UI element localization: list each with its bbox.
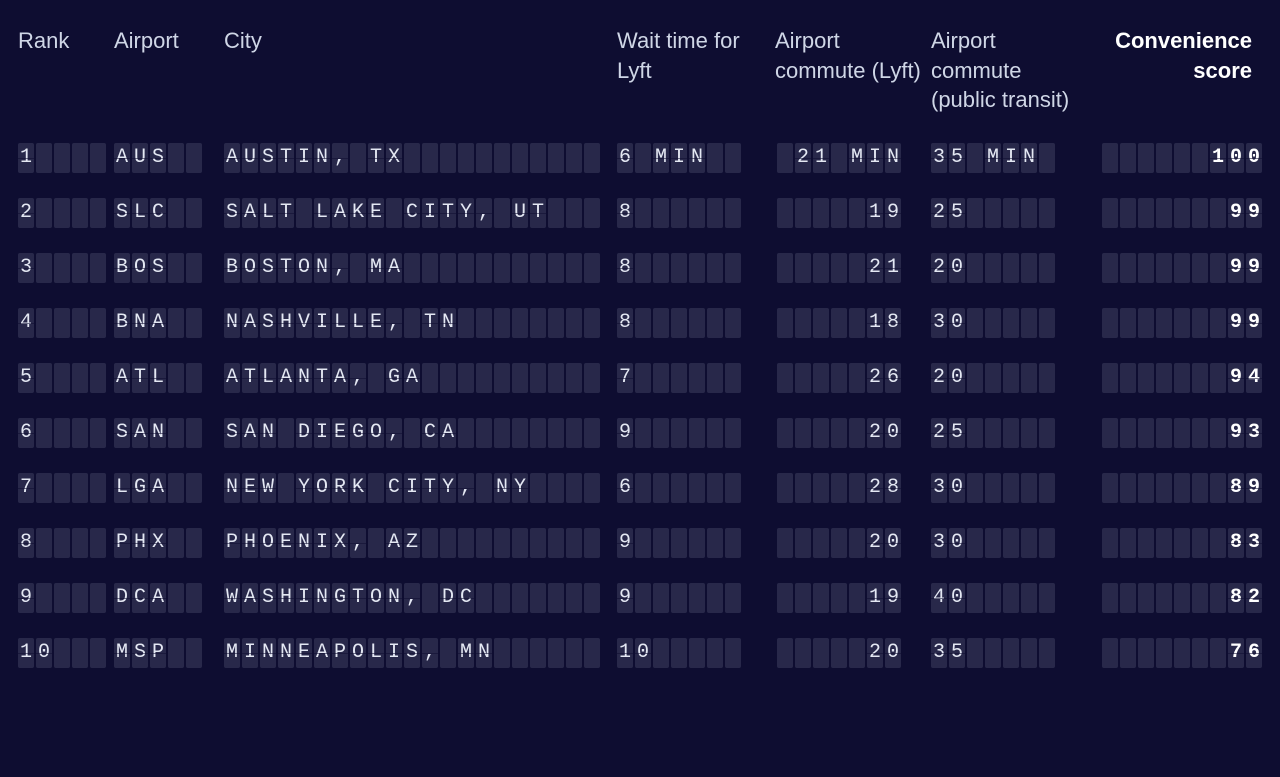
cell-public-transit: 30 (931, 308, 1101, 338)
cell-lyft: 21 (775, 253, 931, 283)
header-public-transit: Airport commute (public transit) (931, 26, 1101, 115)
departure-board: Rank Airport City Wait time for Lyft Air… (0, 0, 1280, 777)
cell-lyft: 18 (775, 308, 931, 338)
cell-city: BOSTON,MA (224, 253, 617, 283)
cell-airport: BOS (114, 253, 224, 283)
cell-city: PHOENIX,AZ (224, 528, 617, 558)
cell-wait: 9 (617, 583, 775, 613)
table-row: 1AUSAUSTIN,TX6MIN21MIN35MIN100 (18, 143, 1262, 173)
cell-rank: 3 (18, 253, 114, 283)
cell-score: 89 (1101, 473, 1262, 503)
header-score: Convenience score (1101, 26, 1262, 85)
table-row: 7LGANEWYORKCITY,NY6283089 (18, 473, 1262, 503)
header-wait: Wait time for Lyft (617, 26, 775, 85)
cell-rank: 2 (18, 198, 114, 228)
cell-public-transit: 35MIN (931, 143, 1101, 173)
table-row: 5ATLATLANTA,GA7262094 (18, 363, 1262, 393)
cell-airport: SLC (114, 198, 224, 228)
cell-rank: 9 (18, 583, 114, 613)
cell-public-transit: 35 (931, 638, 1101, 668)
cell-score: 83 (1101, 528, 1262, 558)
table-row: 3BOSBOSTON,MA8212099 (18, 253, 1262, 283)
cell-wait: 6 (617, 473, 775, 503)
cell-rank: 4 (18, 308, 114, 338)
cell-score: 94 (1101, 363, 1262, 393)
cell-lyft: 20 (775, 418, 931, 448)
cell-score: 99 (1101, 198, 1262, 228)
cell-lyft: 19 (775, 583, 931, 613)
cell-airport: LGA (114, 473, 224, 503)
cell-wait: 8 (617, 253, 775, 283)
cell-public-transit: 25 (931, 198, 1101, 228)
cell-wait: 10 (617, 638, 775, 668)
cell-rank: 10 (18, 638, 114, 668)
cell-public-transit: 40 (931, 583, 1101, 613)
cell-city: MINNEAPOLIS,MN (224, 638, 617, 668)
cell-city: SANDIEGO,CA (224, 418, 617, 448)
cell-lyft: 19 (775, 198, 931, 228)
table-header-row: Rank Airport City Wait time for Lyft Air… (18, 18, 1262, 143)
cell-airport: ATL (114, 363, 224, 393)
cell-city: NEWYORKCITY,NY (224, 473, 617, 503)
table-row: 10MSPMINNEAPOLIS,MN10203576 (18, 638, 1262, 668)
cell-airport: PHX (114, 528, 224, 558)
cell-score: 99 (1101, 308, 1262, 338)
cell-lyft: 26 (775, 363, 931, 393)
cell-rank: 7 (18, 473, 114, 503)
cell-rank: 5 (18, 363, 114, 393)
cell-airport: AUS (114, 143, 224, 173)
cell-airport: SAN (114, 418, 224, 448)
cell-wait: 6MIN (617, 143, 775, 173)
header-lyft: Airport commute (Lyft) (775, 26, 931, 85)
cell-public-transit: 30 (931, 528, 1101, 558)
cell-airport: BNA (114, 308, 224, 338)
cell-wait: 8 (617, 308, 775, 338)
cell-city: ATLANTA,GA (224, 363, 617, 393)
cell-score: 93 (1101, 418, 1262, 448)
cell-lyft: 21MIN (775, 143, 931, 173)
cell-public-transit: 30 (931, 473, 1101, 503)
header-city: City (224, 26, 617, 56)
cell-wait: 8 (617, 198, 775, 228)
cell-lyft: 28 (775, 473, 931, 503)
cell-score: 100 (1101, 143, 1262, 173)
cell-score: 82 (1101, 583, 1262, 613)
table-row: 6SANSANDIEGO,CA9202593 (18, 418, 1262, 448)
cell-wait: 9 (617, 528, 775, 558)
cell-public-transit: 20 (931, 253, 1101, 283)
cell-public-transit: 25 (931, 418, 1101, 448)
cell-wait: 9 (617, 418, 775, 448)
table-row: 4BNANASHVILLE,TN8183099 (18, 308, 1262, 338)
cell-city: AUSTIN,TX (224, 143, 617, 173)
table-row: 2SLCSALTLAKECITY,UT8192599 (18, 198, 1262, 228)
cell-city: NASHVILLE,TN (224, 308, 617, 338)
cell-city: SALTLAKECITY,UT (224, 198, 617, 228)
cell-city: WASHINGTON,DC (224, 583, 617, 613)
header-rank: Rank (18, 26, 114, 56)
cell-rank: 8 (18, 528, 114, 558)
table-row: 8PHXPHOENIX,AZ9203083 (18, 528, 1262, 558)
cell-lyft: 20 (775, 528, 931, 558)
cell-public-transit: 20 (931, 363, 1101, 393)
cell-airport: MSP (114, 638, 224, 668)
table-body: 1AUSAUSTIN,TX6MIN21MIN35MIN100 2SLCSALTLA… (18, 143, 1262, 668)
table-row: 9DCAWASHINGTON,DC9194082 (18, 583, 1262, 613)
cell-lyft: 20 (775, 638, 931, 668)
cell-rank: 1 (18, 143, 114, 173)
cell-wait: 7 (617, 363, 775, 393)
cell-rank: 6 (18, 418, 114, 448)
cell-airport: DCA (114, 583, 224, 613)
header-airport: Airport (114, 26, 224, 56)
cell-score: 76 (1101, 638, 1262, 668)
cell-score: 99 (1101, 253, 1262, 283)
